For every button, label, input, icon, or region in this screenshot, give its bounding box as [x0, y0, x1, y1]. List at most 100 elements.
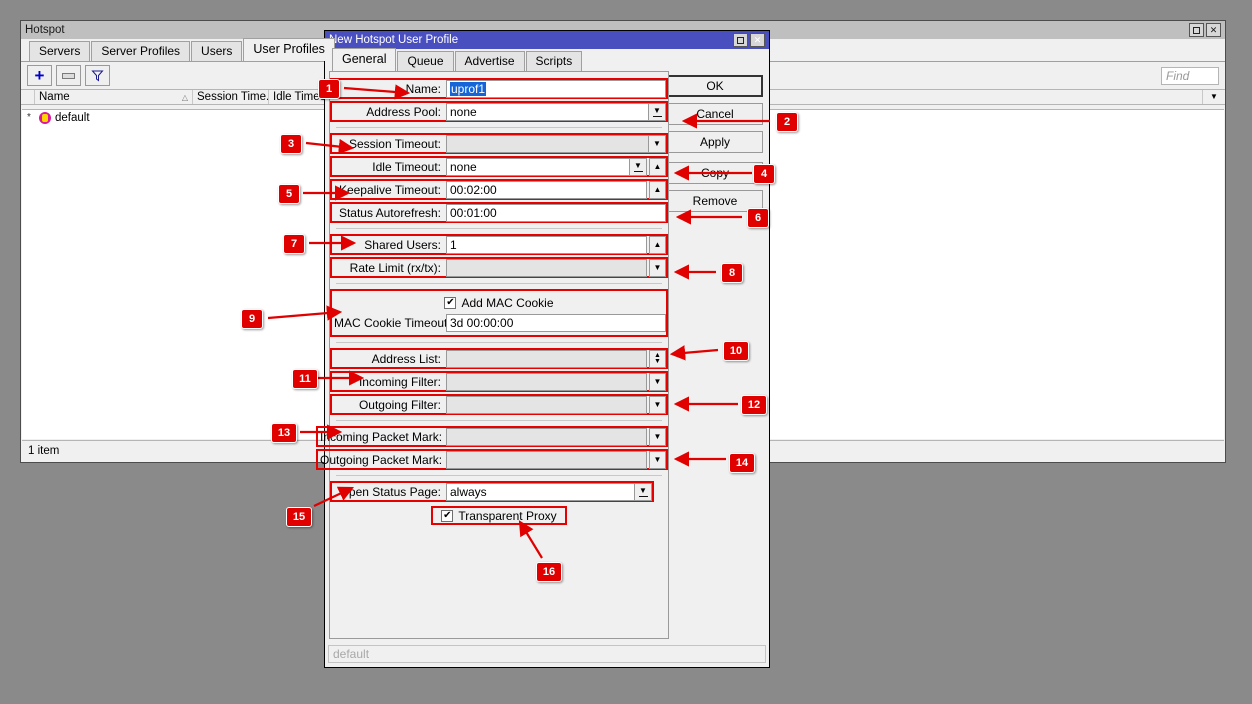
tab-servers[interactable]: Servers: [29, 41, 91, 61]
annotation-badge-7: 7: [283, 234, 305, 254]
keepalive-timeout-stepper-up-icon[interactable]: [649, 180, 666, 199]
column-header-flag: [21, 90, 35, 104]
tab-scripts[interactable]: Scripts: [525, 51, 583, 71]
idle-timeout-label: Idle Timeout:: [372, 159, 441, 174]
idle-timeout-input[interactable]: none: [446, 157, 630, 176]
idle-timeout-stepper-up-icon[interactable]: [649, 157, 666, 176]
mac-cookie-timeout-input[interactable]: 3d 00:00:00: [446, 313, 666, 332]
name-input[interactable]: uprof1: [446, 79, 666, 98]
shared-users-stepper-up-icon[interactable]: [649, 235, 666, 254]
open-status-page-input[interactable]: always: [446, 482, 635, 501]
shared-users-input[interactable]: 1: [446, 235, 647, 254]
address-pool-dropdown-icon[interactable]: [649, 102, 666, 121]
session-timeout-dropdown-icon[interactable]: [649, 134, 666, 153]
outgoing-packet-mark-dropdown-icon[interactable]: [649, 450, 666, 469]
annotation-badge-5: 5: [278, 184, 300, 204]
outgoing-filter-label: Outgoing Filter:: [358, 397, 441, 412]
mac-cookie-timeout-label: MAC Cookie Timeout:: [334, 315, 451, 330]
idle-timeout-dropdown-icon[interactable]: [630, 157, 647, 176]
mac-cookie-timeout-row: MAC Cookie Timeout: 3d 00:00:00: [332, 312, 666, 333]
address-list-input[interactable]: [446, 349, 647, 368]
tab-server-profiles[interactable]: Server Profiles: [91, 41, 191, 61]
outgoing-packet-mark-row: Outgoing Packet Mark:: [316, 449, 668, 470]
incoming-filter-label: Incoming Filter:: [358, 374, 441, 389]
divider: [336, 475, 662, 476]
address-list-label: Address List:: [371, 351, 441, 366]
tab-user-profiles[interactable]: User Profiles: [243, 38, 335, 61]
incoming-filter-input[interactable]: [446, 372, 647, 391]
transparent-proxy-label: Transparent Proxy: [458, 508, 557, 523]
open-status-page-dropdown-icon[interactable]: [635, 482, 652, 501]
dialog-maximize-icon[interactable]: [733, 33, 748, 47]
idle-timeout-row: Idle Timeout: none: [330, 156, 668, 177]
annotation-badge-6: 6: [747, 208, 769, 228]
name-row: Name: uprof1: [330, 78, 668, 99]
transparent-proxy-checkbox[interactable]: ✔: [441, 509, 454, 522]
status-autorefresh-input[interactable]: 00:01:00: [446, 203, 666, 222]
annotation-badge-3: 3: [280, 134, 302, 154]
session-timeout-row: Session Timeout:: [330, 133, 668, 154]
outgoing-packet-mark-input[interactable]: [446, 450, 647, 469]
divider: [336, 127, 662, 128]
hotspot-window-title: Hotspot: [25, 24, 65, 36]
dialog-window-controls: ✕: [733, 33, 765, 47]
tab-queue[interactable]: Queue: [397, 51, 454, 71]
cancel-button[interactable]: Cancel: [667, 103, 763, 125]
close-icon[interactable]: ✕: [1206, 23, 1221, 37]
status-autorefresh-label: Status Autorefresh:: [338, 205, 441, 220]
column-header-name[interactable]: Name △: [35, 90, 193, 104]
column-header-session-timeout[interactable]: Session Time...: [193, 90, 269, 104]
annotation-badge-15: 15: [286, 507, 312, 527]
transparent-proxy-row[interactable]: ✔ Transparent Proxy: [431, 506, 567, 525]
apply-button[interactable]: Apply: [667, 131, 763, 153]
annotation-badge-4: 4: [753, 164, 775, 184]
annotation-badge-10: 10: [723, 341, 749, 361]
outgoing-filter-dropdown-icon[interactable]: [649, 395, 666, 414]
dialog-close-icon[interactable]: ✕: [750, 33, 765, 47]
row-name: default: [55, 111, 90, 124]
search-input[interactable]: Find: [1161, 66, 1219, 85]
mac-cookie-group: ✔ Add MAC Cookie MAC Cookie Timeout: 3d …: [330, 289, 668, 337]
add-button[interactable]: +: [27, 65, 52, 86]
remove-button[interactable]: [56, 65, 81, 86]
ok-button[interactable]: OK: [667, 75, 763, 97]
keepalive-timeout-row: Keepalive Timeout: 00:02:00: [330, 179, 668, 200]
column-chooser-icon[interactable]: [1203, 90, 1225, 104]
copy-button[interactable]: Copy: [667, 162, 763, 184]
rate-limit-dropdown-icon[interactable]: [649, 258, 666, 277]
dialog-title-bar: New Hotspot User Profile ✕: [325, 31, 769, 49]
dialog-title: New Hotspot User Profile: [329, 34, 459, 46]
maximize-icon[interactable]: [1189, 23, 1204, 37]
incoming-packet-mark-input[interactable]: [446, 427, 647, 446]
incoming-packet-mark-label: Incoming Packet Mark:: [320, 429, 443, 444]
add-mac-cookie-row[interactable]: ✔ Add MAC Cookie: [332, 293, 666, 312]
tab-users[interactable]: Users: [191, 41, 243, 61]
incoming-packet-mark-row: Incoming Packet Mark:: [316, 426, 668, 447]
hotspot-window-controls: ✕: [1189, 23, 1221, 37]
divider: [336, 342, 662, 343]
keepalive-timeout-input[interactable]: 00:02:00: [446, 180, 647, 199]
address-list-stepper-icon[interactable]: [649, 349, 666, 368]
add-mac-cookie-checkbox[interactable]: ✔: [444, 296, 457, 309]
annotation-badge-14: 14: [729, 453, 755, 473]
filter-icon[interactable]: [85, 65, 110, 86]
tab-advertise[interactable]: Advertise: [454, 51, 525, 71]
dialog-button-column: OK Cancel Apply Copy Remove: [667, 75, 763, 218]
row-flag: *: [27, 112, 31, 123]
incoming-packet-mark-dropdown-icon[interactable]: [649, 427, 666, 446]
divider: [336, 420, 662, 421]
sort-ascending-icon: △: [181, 92, 188, 102]
rate-limit-input[interactable]: [446, 258, 647, 277]
rate-limit-label: Rate Limit (rx/tx):: [349, 260, 441, 275]
session-timeout-input[interactable]: [446, 134, 649, 153]
tab-general[interactable]: General: [332, 48, 397, 71]
divider: [336, 283, 662, 284]
status-autorefresh-row: Status Autorefresh: 00:01:00: [330, 202, 668, 223]
annotation-badge-13: 13: [271, 423, 297, 443]
address-pool-input[interactable]: none: [446, 102, 649, 121]
address-pool-row: Address Pool: none: [330, 101, 668, 122]
incoming-filter-dropdown-icon[interactable]: [649, 372, 666, 391]
keepalive-timeout-label: Keepalive Timeout:: [338, 182, 441, 197]
rate-limit-row: Rate Limit (rx/tx):: [330, 257, 668, 278]
outgoing-filter-input[interactable]: [446, 395, 647, 414]
